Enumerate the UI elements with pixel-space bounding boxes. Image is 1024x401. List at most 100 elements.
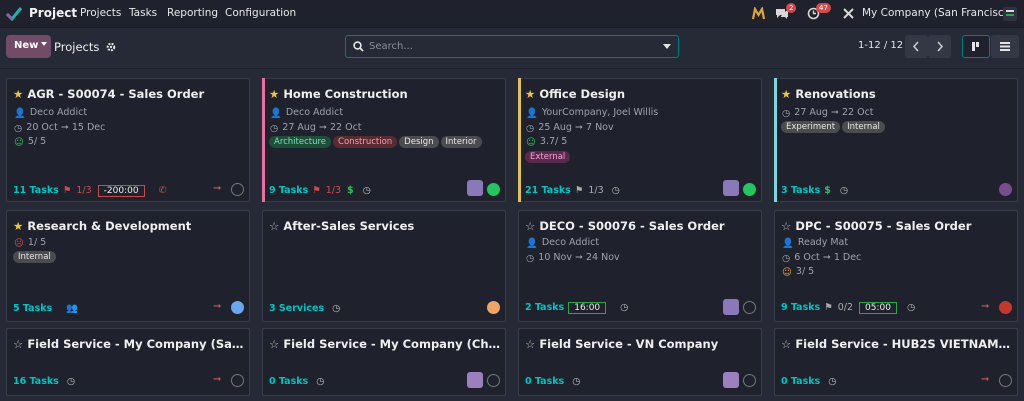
project-card[interactable]: ★ AGR - S00074 - Sales Order 👤 Deco Addict… (6, 78, 250, 202)
tasks-link[interactable]: 9 Tasks (269, 185, 308, 196)
status-circle[interactable] (743, 374, 756, 387)
kanban-view-button[interactable] (962, 35, 990, 58)
user-avatar-icon[interactable] (1003, 7, 1017, 21)
status-circle[interactable] (231, 183, 244, 196)
status-circle[interactable] (743, 183, 756, 196)
tasks-link[interactable]: 9 Tasks (781, 302, 820, 313)
star-filled-icon[interactable]: ★ (269, 87, 279, 101)
project-card[interactable]: ☆ Field Service - HUB2S VIETNAM COMPANY 0… (774, 328, 1018, 396)
project-card[interactable]: ☆ DECO - S00076 - Sales Order 👤 Deco Addic… (518, 210, 762, 322)
clock-icon[interactable]: ◷ (67, 376, 75, 387)
phone-icon[interactable]: ✆ (159, 185, 167, 196)
company-switcher[interactable]: My Company (San Francisco) (862, 7, 1014, 19)
star-outline-icon[interactable]: ☆ (269, 337, 279, 351)
star-outline-icon[interactable]: ☆ (781, 337, 791, 351)
tasks-link[interactable]: 3 Tasks (781, 185, 820, 196)
project-title[interactable]: ☆ Field Service - My Company (Chicago) (269, 337, 501, 351)
status-circle[interactable] (487, 183, 500, 196)
flag-icon: ⚑ (62, 185, 72, 196)
project-card[interactable]: ☆ Field Service - My Company (Chicago) 0 … (262, 328, 506, 396)
tasks-link[interactable]: 2 Tasks (525, 302, 564, 313)
project-card[interactable]: ☆ DPC - S00075 - Sales Order 👤 Ready Mat ◷… (774, 210, 1018, 322)
menu-reporting[interactable]: Reporting (167, 7, 218, 19)
tasks-link[interactable]: 21 Tasks (525, 185, 571, 196)
clock-icon[interactable]: ◷ (907, 302, 915, 313)
project-card[interactable]: ☆ Field Service - My Company (San Francis… (6, 328, 250, 396)
clock-icon[interactable]: ◷ (840, 185, 848, 196)
project-title[interactable]: ☆ After-Sales Services (269, 219, 501, 233)
clock-icon[interactable]: ◷ (316, 376, 324, 387)
project-card[interactable]: ☆ Field Service - VN Company 0 Tasks ◷ (518, 328, 762, 396)
project-title[interactable]: ☆ Field Service - HUB2S VIETNAM COMPANY (781, 337, 1013, 351)
star-outline-icon[interactable]: ☆ (13, 337, 23, 351)
status-circle[interactable] (743, 301, 756, 314)
project-card[interactable]: ★ Research & Development ☹ 1/ 5 Internal 5… (6, 210, 250, 322)
menu-projects[interactable]: Projects (80, 7, 121, 19)
project-title[interactable]: ☆ Field Service - VN Company (525, 337, 757, 351)
tasks-link[interactable]: 0 Tasks (781, 376, 820, 387)
tasks-link[interactable]: 3 Services (269, 303, 324, 314)
gear-icon[interactable] (106, 42, 116, 52)
status-circle[interactable] (487, 374, 500, 387)
avatar[interactable] (723, 299, 739, 315)
search-input[interactable]: Search... (369, 41, 413, 52)
avatar[interactable] (467, 372, 483, 388)
star-outline-icon[interactable]: ☆ (525, 219, 535, 233)
tasks-link[interactable]: 16 Tasks (13, 376, 59, 387)
project-title[interactable]: ☆ DECO - S00076 - Sales Order (525, 219, 757, 233)
status-circle[interactable] (487, 301, 500, 314)
project-title[interactable]: ★ Renovations (781, 87, 1013, 101)
project-card[interactable]: ★ Renovations ◷ 27 Aug ➞ 22 Oct Experiment… (774, 78, 1018, 202)
avatar[interactable] (723, 180, 739, 196)
clock-icon[interactable]: ◷ (828, 376, 836, 387)
project-title[interactable]: ★ Office Design (525, 87, 757, 101)
status-circle[interactable] (999, 183, 1012, 196)
avatar[interactable] (723, 372, 739, 388)
project-title[interactable]: ★ Home Construction (269, 87, 501, 101)
menu-tasks[interactable]: Tasks (129, 7, 157, 19)
status-circle[interactable] (999, 374, 1012, 387)
brand-m-icon[interactable] (752, 7, 765, 20)
new-button[interactable]: New (6, 35, 51, 58)
clock-icon[interactable]: ◷ (363, 185, 371, 196)
clock-icon[interactable]: ◷ (572, 376, 580, 387)
star-filled-icon[interactable]: ★ (525, 87, 535, 101)
project-title[interactable]: ☆ DPC - S00075 - Sales Order (781, 219, 1013, 233)
star-outline-icon[interactable]: ☆ (269, 219, 279, 233)
tasks-link[interactable]: 0 Tasks (525, 376, 564, 387)
project-title[interactable]: ☆ Field Service - My Company (San Francis… (13, 337, 245, 351)
star-filled-icon[interactable]: ★ (13, 219, 23, 233)
project-card[interactable]: ☆ After-Sales Services 3 Services ◷ (262, 210, 506, 322)
star-outline-icon[interactable]: ☆ (525, 337, 535, 351)
project-app-logo-icon[interactable] (6, 7, 22, 21)
project-title[interactable]: ★ Research & Development (13, 219, 245, 233)
timesheet-badge: -200:00 (97, 185, 145, 197)
project-card[interactable]: ★ Home Construction 👤 Deco Addict ◷ 27 Aug … (262, 78, 506, 202)
clock-icon[interactable]: ◷ (620, 302, 628, 313)
star-filled-icon[interactable]: ★ (13, 87, 23, 101)
star-outline-icon[interactable]: ☆ (781, 219, 791, 233)
star-filled-icon[interactable]: ★ (781, 87, 791, 101)
avatar[interactable] (467, 180, 483, 196)
app-name[interactable]: Project (29, 6, 77, 20)
status-circle[interactable] (231, 374, 244, 387)
status-circle[interactable] (231, 301, 244, 314)
tools-icon[interactable] (842, 7, 855, 20)
menu-configuration[interactable]: Configuration (225, 7, 296, 19)
rating-value: 1/ 5 (27, 237, 47, 248)
clock-icon[interactable]: ◷ (612, 185, 620, 196)
tasks-link[interactable]: 0 Tasks (269, 376, 308, 387)
pager-value[interactable]: 1-12 / 12 (858, 40, 903, 51)
project-title[interactable]: ★ AGR - S00074 - Sales Order (13, 87, 245, 101)
tasks-link[interactable]: 11 Tasks (13, 185, 59, 196)
clock-icon[interactable]: ◷ (332, 303, 340, 314)
tasks-link[interactable]: 5 Tasks (13, 303, 52, 314)
search-bar[interactable]: Search... (345, 35, 679, 58)
search-options-toggle[interactable] (656, 36, 678, 57)
status-circle[interactable] (999, 301, 1012, 314)
project-card[interactable]: ★ Office Design 👤 YourCompany, Joel Willis… (518, 78, 762, 202)
card-footer: 11 Tasks ⚑ 1/3 -200:00 ✆ (13, 185, 172, 197)
pager-next-button[interactable] (928, 35, 951, 58)
list-view-button[interactable] (991, 35, 1019, 58)
pager-previous-button[interactable] (905, 35, 928, 58)
